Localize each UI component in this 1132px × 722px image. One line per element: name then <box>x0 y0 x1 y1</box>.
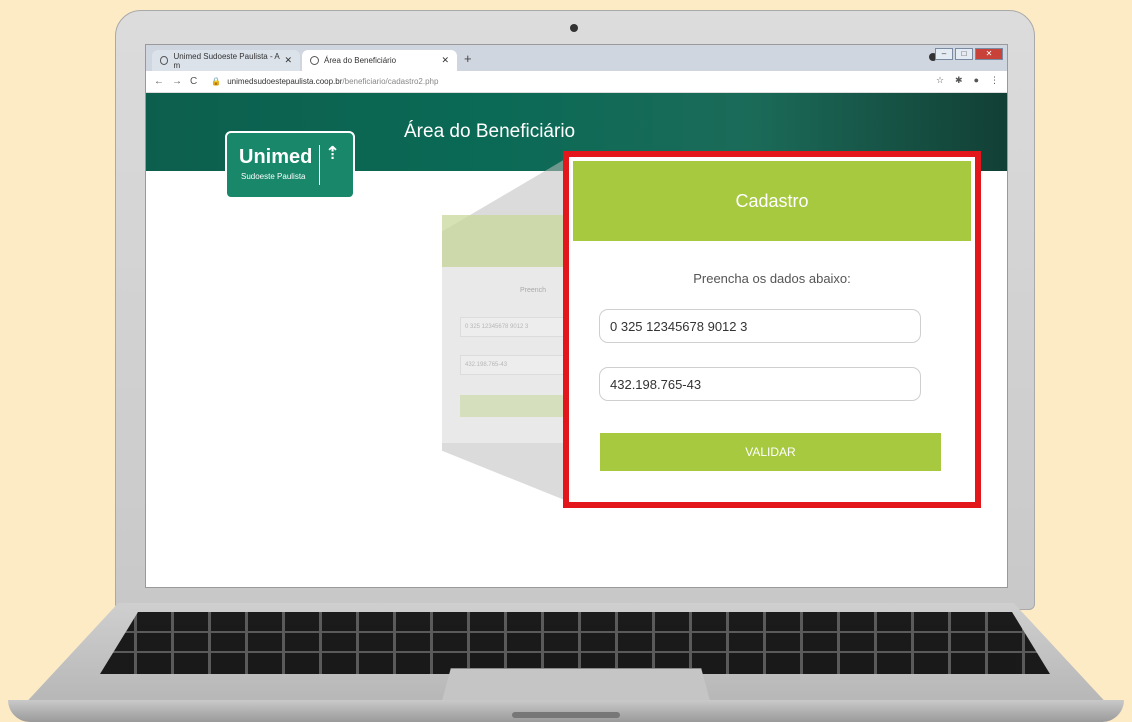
address-host: unimedsudoestepaulista.coop.br <box>227 77 343 86</box>
menu-dots-icon[interactable]: ⋮ <box>990 75 999 86</box>
tab-label: Unimed Sudoeste Paulista - A m <box>173 51 280 70</box>
new-tab-button[interactable]: + <box>464 51 472 66</box>
logo-subtitle: Sudoeste Paulista <box>241 172 306 181</box>
laptop-notch <box>512 712 620 718</box>
window-controls: – □ ✕ <box>935 48 1003 60</box>
logo-name: Unimed <box>239 146 313 168</box>
globe-icon <box>160 56 169 65</box>
background-cpf-field[interactable]: 432.198.765-43 <box>460 355 580 375</box>
card-number-field[interactable] <box>599 309 921 343</box>
tab-bar: Unimed Sudoeste Paulista - A m ✕ Área do… <box>146 45 1007 71</box>
logo-divider <box>319 145 320 185</box>
cpf-field[interactable] <box>599 367 921 401</box>
forward-arrow-icon[interactable]: → <box>172 76 182 87</box>
toolbar-icons: ☆ ✱ ● ⋮ <box>936 75 999 86</box>
unimed-symbol-icon: ⇡ <box>325 143 341 163</box>
maximize-icon[interactable]: □ <box>955 48 973 60</box>
keyboard <box>100 612 1050 674</box>
webcam-icon <box>570 24 578 32</box>
tab-unimed-home[interactable]: Unimed Sudoeste Paulista - A m ✕ <box>152 50 300 71</box>
profile-icon[interactable]: ● <box>974 75 979 86</box>
laptop-front-edge <box>8 700 1124 722</box>
minimize-icon[interactable]: – <box>935 48 953 60</box>
tab-area-beneficiario[interactable]: Área do Beneficiário ✕ <box>302 50 457 71</box>
unimed-logo[interactable]: Unimed Sudoeste Paulista ⇡ <box>225 131 355 199</box>
puzzle-icon[interactable]: ✱ <box>955 75 963 86</box>
form-header: Cadastro <box>573 161 971 241</box>
star-icon[interactable]: ☆ <box>936 75 944 86</box>
close-tab-icon[interactable]: ✕ <box>284 55 292 66</box>
globe-icon <box>310 56 319 65</box>
zoom-callout: Cadastro Preencha os dados abaixo: VALID… <box>563 151 981 508</box>
lock-icon[interactable]: 🔒 <box>211 77 221 86</box>
validate-button[interactable]: VALIDAR <box>600 433 941 471</box>
address-path: /beneficiario/cadastro2.php <box>342 77 439 86</box>
reload-icon[interactable]: C <box>190 76 197 87</box>
address-bar[interactable]: unimedsudoestepaulista.coop.br/beneficia… <box>227 77 438 86</box>
page-title: Área do Beneficiário <box>404 121 576 142</box>
form-instructions: Preencha os dados abaixo: <box>693 271 851 286</box>
background-form-hint: Preench <box>520 287 547 294</box>
close-tab-icon[interactable]: ✕ <box>441 55 449 66</box>
tab-label: Área do Beneficiário <box>324 56 397 65</box>
background-card-field[interactable]: 0 325 12345678 9012 3 <box>460 317 580 337</box>
back-arrow-icon[interactable]: ← <box>154 76 164 87</box>
background-validate-button[interactable] <box>460 395 580 417</box>
window-close-icon[interactable]: ✕ <box>975 48 1003 60</box>
browser-toolbar: ← → C 🔒 unimedsudoestepaulista.coop.br/b… <box>146 71 1007 93</box>
